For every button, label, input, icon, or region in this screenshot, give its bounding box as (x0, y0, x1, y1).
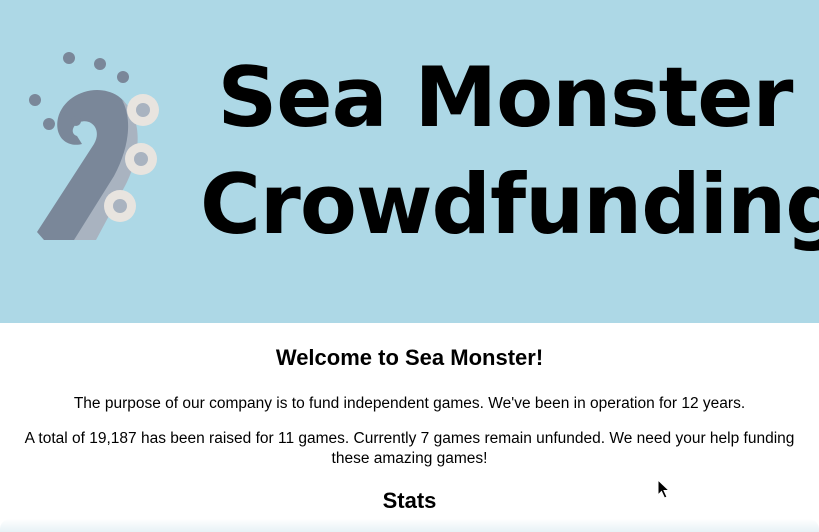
stats-heading: Stats (382, 488, 437, 513)
mouse-pointer-icon (657, 479, 671, 499)
purpose-text: The purpose of our company is to fund in… (73, 395, 746, 412)
main-content: Welcome to Sea Monster! The purpose of o… (0, 323, 819, 532)
stats-card-top (0, 519, 819, 532)
site-header: Sea Monster Crowdfunding (0, 0, 819, 323)
summary-text: A total of 19,187 has been raised for 11… (24, 430, 795, 467)
tentacle-icon (29, 52, 159, 241)
welcome-heading: Welcome to Sea Monster! (275, 345, 544, 370)
site-title: Sea Monster Crowdfunding (200, 49, 819, 253)
